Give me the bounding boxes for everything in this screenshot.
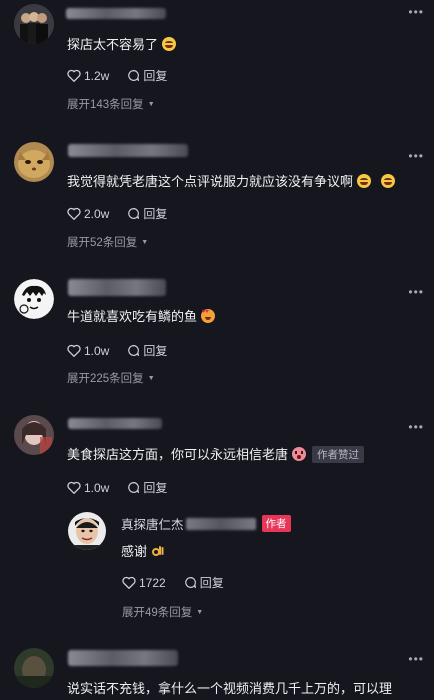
reply-button[interactable]: 回复	[184, 574, 224, 591]
more-dots-icon[interactable]: •••	[408, 5, 424, 19]
expand-replies-label: 展开225条回复	[67, 373, 144, 385]
like-count: 1.0w	[84, 343, 110, 358]
more-dots-icon[interactable]: •••	[408, 149, 424, 163]
avatar-image	[14, 415, 54, 455]
heart-outline-icon	[67, 207, 81, 220]
reply-bubble-icon	[128, 208, 140, 219]
chevron-down-icon: ▼	[147, 374, 155, 382]
author-name-label: 真探唐仁杰	[121, 518, 184, 532]
like-button[interactable]: 1722	[122, 576, 166, 590]
avatar-image	[14, 4, 54, 44]
author-liked-badge: 作者赞过	[312, 446, 365, 463]
avatar[interactable]	[14, 142, 54, 182]
reply-bubble-icon	[128, 70, 140, 81]
comment-text: 美食探店这方面，你可以永远相信老唐 作者赞过	[67, 444, 365, 463]
username-blurred	[185, 517, 256, 530]
reply-button[interactable]: 回复	[127, 205, 167, 222]
reply-button[interactable]: 回复	[127, 479, 167, 496]
reply-label: 回复	[143, 344, 168, 358]
expand-replies-label: 展开52条回复	[67, 237, 138, 249]
author-avatar[interactable]	[68, 512, 106, 550]
reply-text: 感谢	[121, 541, 165, 560]
reply-label: 回复	[143, 481, 168, 495]
reply-label: 回复	[143, 207, 168, 221]
like-button[interactable]: 1.2w	[67, 69, 109, 83]
expand-replies[interactable]: 展开225条回复 ▼	[67, 370, 155, 386]
heart-eyes-emoji-icon	[201, 309, 216, 323]
surprised-emoji-icon	[292, 447, 307, 461]
avatar[interactable]	[14, 4, 54, 44]
heart-outline-icon	[67, 481, 81, 494]
avatar-image	[14, 648, 54, 688]
heart-outline-icon	[67, 69, 81, 82]
like-count: 2.0w	[84, 206, 110, 221]
reply-bubble-icon	[128, 482, 140, 493]
username-blurred[interactable]	[68, 650, 178, 666]
reply-item: 真探唐仁杰 作者 感谢 1722 回复 展开49条回复 ▼	[0, 507, 434, 622]
username-blurred[interactable]	[68, 279, 166, 296]
ok-hand-emoji-icon	[151, 544, 165, 558]
avatar[interactable]	[14, 415, 54, 455]
expand-replies[interactable]: 展开52条回复 ▼	[67, 234, 148, 250]
grin-emoji-icon	[381, 174, 396, 188]
comment-item: ••• 说实话不充钱，拿什么一个视频消费几千上万的，可以理	[0, 640, 434, 700]
reply-actions: 1722 回复	[122, 574, 242, 591]
reply-label: 回复	[143, 69, 168, 83]
comment-text: 我觉得就凭老唐这个点评说服力就应该没有争议啊	[67, 171, 396, 190]
reply-button[interactable]: 回复	[127, 67, 167, 84]
avatar[interactable]	[14, 648, 54, 688]
like-button[interactable]: 1.0w	[67, 344, 109, 358]
reply-bubble-icon	[128, 345, 140, 356]
username-blurred[interactable]	[68, 418, 162, 429]
expand-replies-label: 展开49条回复	[122, 607, 193, 619]
comment-item: ••• 牛道就喜欢吃有鳞的鱼 1.0w 回复 展开225条回复▼	[0, 271, 434, 391]
username-blurred[interactable]	[68, 144, 188, 157]
reply-label: 回复	[199, 576, 224, 590]
more-dots-icon[interactable]: •••	[408, 652, 424, 666]
comment-actions: 1.2w 回复	[67, 67, 185, 84]
chevron-down-icon: ▼	[196, 608, 204, 616]
comment-item: ••• 探店太不容易了 1.2w 回复 展开143条回复 ▼	[0, 0, 434, 112]
like-button[interactable]: 1.0w	[67, 481, 109, 495]
reply-bubble-icon	[184, 577, 196, 588]
heart-outline-icon	[122, 576, 136, 589]
avatar-image	[14, 279, 54, 319]
avatar[interactable]	[14, 279, 54, 319]
like-count: 1722	[139, 575, 166, 590]
expand-replies[interactable]: 展开49条回复 ▼	[122, 604, 203, 620]
heart-outline-icon	[67, 344, 81, 357]
more-dots-icon[interactable]: •••	[408, 420, 424, 434]
comment-actions: 1.0w 回复	[67, 342, 185, 359]
comment-text: 探店太不容易了	[67, 34, 177, 53]
avatar-image	[68, 512, 106, 550]
grin-emoji-icon	[162, 37, 177, 51]
author-tag: 作者	[261, 515, 291, 532]
comment-actions: 1.0w 回复	[67, 479, 185, 496]
comment-actions: 2.0w 回复	[67, 205, 185, 222]
avatar-image	[14, 142, 54, 182]
like-button[interactable]: 2.0w	[67, 207, 109, 221]
expand-replies-label: 展开143条回复	[67, 99, 144, 111]
comment-text: 说实话不充钱，拿什么一个视频消费几千上万的，可以理	[67, 681, 393, 696]
author-name[interactable]: 真探唐仁杰 作者	[121, 514, 291, 533]
more-dots-icon[interactable]: •••	[408, 285, 424, 299]
comment-item: ••• 美食探店这方面，你可以永远相信老唐 作者赞过 1.0w 回复 真探唐仁杰…	[0, 407, 434, 627]
expand-replies[interactable]: 展开143条回复 ▼	[67, 96, 155, 112]
chevron-down-icon: ▼	[147, 100, 155, 108]
comment-text: 牛道就喜欢吃有鳞的鱼	[67, 306, 216, 325]
username-blurred[interactable]	[66, 8, 166, 19]
like-count: 1.2w	[84, 68, 110, 83]
reply-button[interactable]: 回复	[127, 342, 167, 359]
like-count: 1.0w	[84, 480, 110, 495]
chevron-down-icon: ▼	[141, 238, 149, 246]
grin-emoji-icon	[357, 174, 372, 188]
comment-item: ••• 我觉得就凭老唐这个点评说服力就应该没有争议啊 2.0w 回复 展开52条…	[0, 135, 434, 255]
